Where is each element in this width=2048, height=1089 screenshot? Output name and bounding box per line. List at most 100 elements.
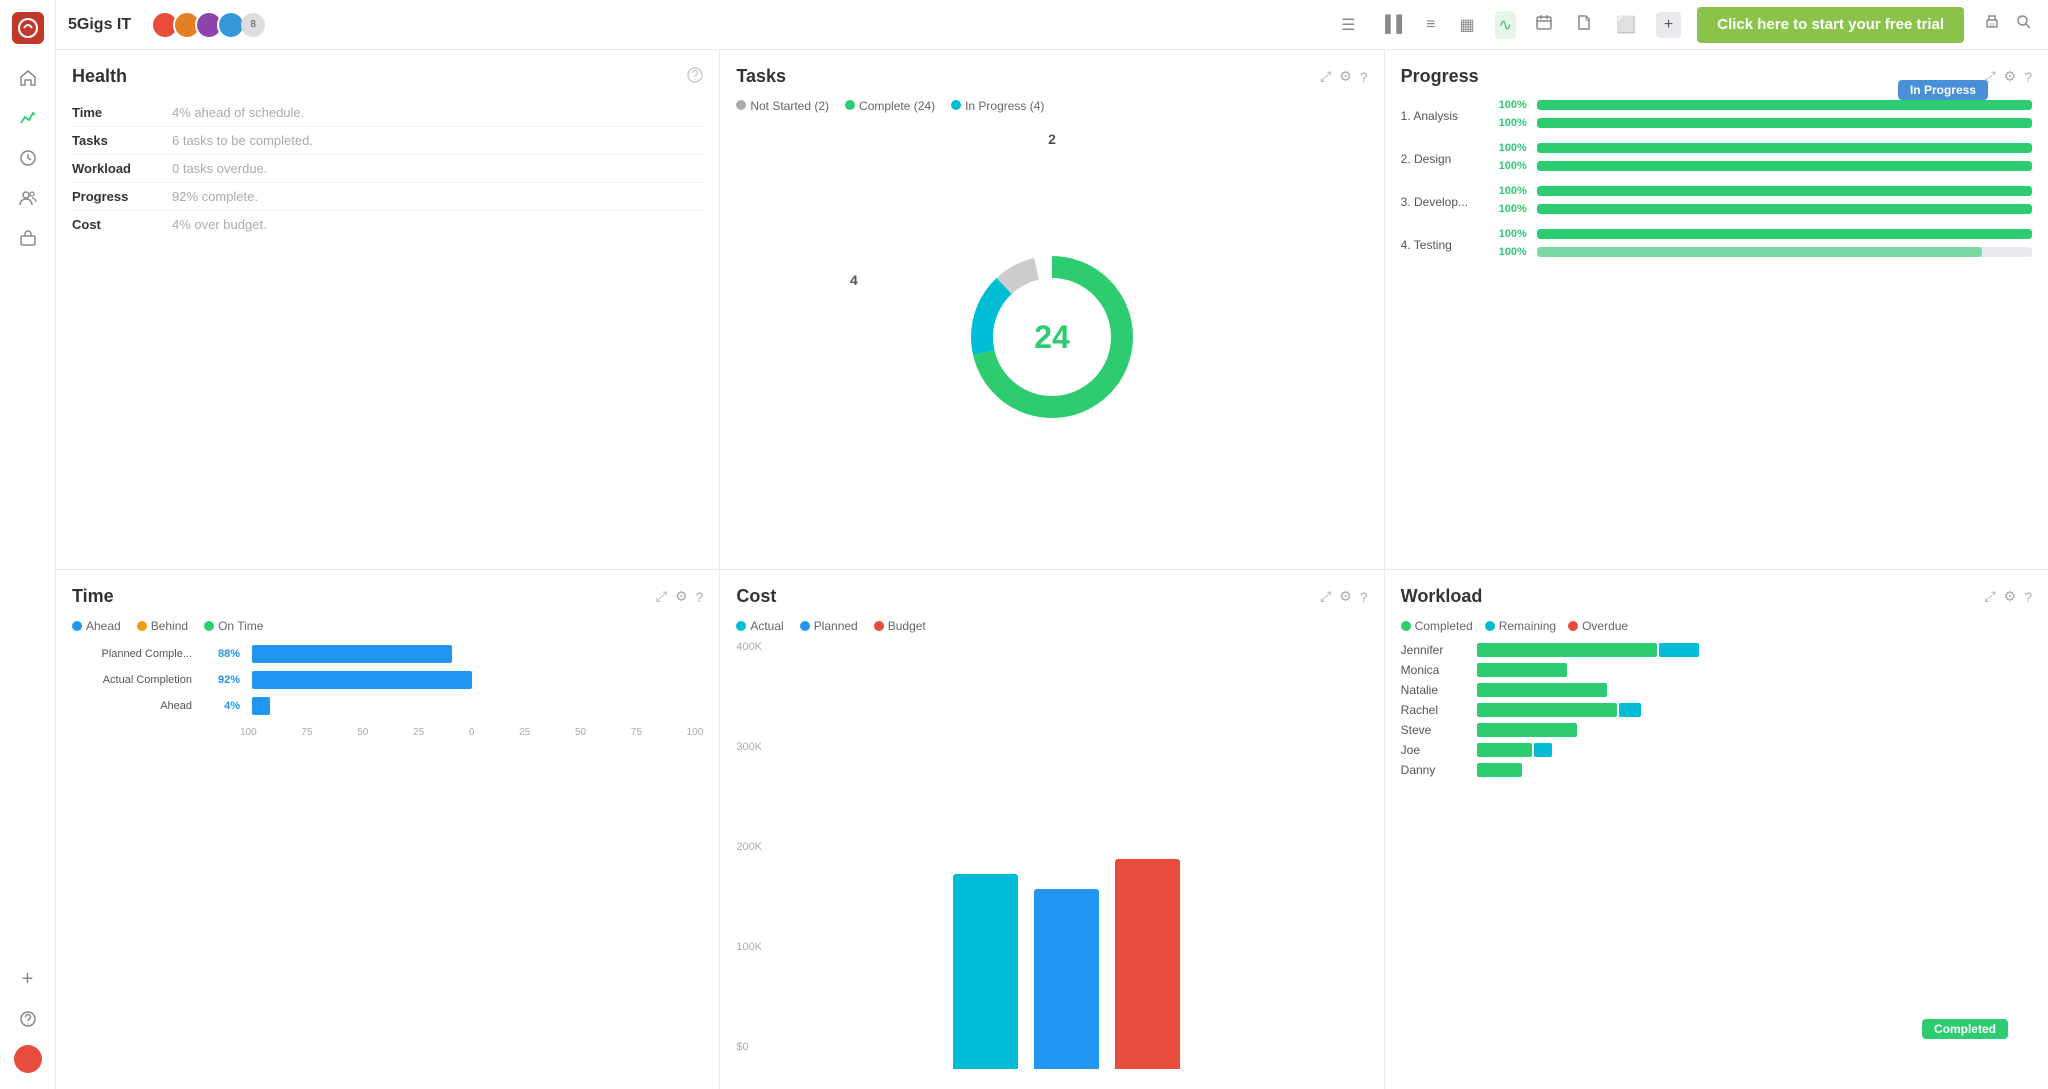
tasks-actions: ⤢ ⚙ ? [1320, 68, 1368, 85]
cost-legend-planned: Planned [800, 619, 858, 633]
workload-actions: ⤢ ⚙ ? [1984, 588, 2032, 605]
cost-legend-actual: Actual [736, 619, 783, 633]
print-icon[interactable] [1980, 10, 2004, 39]
list-icon[interactable]: ≡ [1422, 12, 1439, 38]
cta-banner[interactable]: Click here to start your free trial [1697, 7, 1964, 43]
health-label-cost: Cost [72, 217, 172, 232]
time-chart: Planned Comple... 88% Actual Completion … [72, 645, 703, 715]
health-help-icon[interactable] [687, 67, 703, 86]
grid-icon[interactable]: ▦ [1455, 11, 1478, 39]
progress-bar-row: 100% [1499, 246, 2032, 258]
cost-bar-budget [1115, 859, 1180, 1069]
doc-icon[interactable] [1572, 10, 1596, 39]
progress-settings-icon[interactable]: ⚙ [2004, 68, 2017, 85]
donut-chart: 24 [952, 237, 1152, 437]
progress-help-icon[interactable]: ? [2024, 69, 2032, 85]
cost-title: Cost [736, 586, 776, 607]
workload-bar-natalie [1477, 683, 2032, 697]
search-icon[interactable] [2012, 10, 2036, 39]
health-row-workload: Workload 0 tasks overdue. [72, 155, 703, 183]
sidebar-item-analytics[interactable] [10, 100, 46, 136]
progress-section-name-1: 1. Analysis [1401, 109, 1491, 123]
progress-section-name-4: 4. Testing [1401, 238, 1491, 252]
progress-bar-row: 100% [1499, 142, 2032, 154]
sidebar-item-help[interactable] [10, 1001, 46, 1037]
panel-icon[interactable]: ⬜ [1612, 11, 1640, 39]
cost-bar-actual [953, 874, 1018, 1069]
hamburger-icon[interactable]: ☰ [1337, 11, 1359, 39]
tasks-panel: Tasks ⤢ ⚙ ? Not Started (2) Complete (24… [720, 50, 1383, 569]
tasks-settings-icon[interactable]: ⚙ [1339, 68, 1352, 85]
sidebar-item-people[interactable] [10, 180, 46, 216]
cost-actions: ⤢ ⚙ ? [1320, 588, 1368, 605]
time-panel: Time ⤢ ⚙ ? Ahead Behind On Tim [56, 570, 719, 1089]
time-pct-ahead: 4% [200, 700, 240, 712]
cost-legend-budget: Budget [874, 619, 926, 633]
workload-settings-icon[interactable]: ⚙ [2004, 588, 2017, 605]
progress-analysis: 1. Analysis 100% 100% [1401, 99, 2032, 132]
time-label-ahead: Ahead [72, 700, 192, 712]
dashboard: Health Time 4% ahead of schedule. Tasks … [56, 50, 2048, 1089]
time-actions: ⤢ ⚙ ? [656, 588, 704, 605]
workload-name-natalie: Natalie [1401, 683, 1471, 697]
sidebar-item-home[interactable] [10, 60, 46, 96]
workload-bar-steve [1477, 723, 2032, 737]
workload-bar-joe [1477, 743, 2032, 757]
health-label-workload: Workload [72, 161, 172, 176]
time-pct-planned: 88% [200, 648, 240, 660]
tasks-donut-container: 2 4 24 [736, 121, 1367, 553]
health-row-progress: Progress 92% complete. [72, 183, 703, 211]
main-area: 5Gigs IT 8 ☰ ▐▐ ≡ ▦ ∿ ⬜ + Click here to … [56, 0, 2048, 1089]
cost-help-icon[interactable]: ? [1360, 589, 1368, 605]
workload-expand-icon[interactable]: ⤢ [1984, 588, 1995, 605]
donut-label-in-progress: 4 [850, 272, 858, 288]
workload-row-rachel: Rachel [1401, 703, 2032, 717]
workload-legend-remaining: Remaining [1485, 619, 1556, 633]
health-value-tasks: 6 tasks to be completed. [172, 133, 313, 148]
time-row-planned: Planned Comple... 88% [72, 645, 703, 663]
workload-legend-completed: Completed [1401, 619, 1473, 633]
progress-sections: 1. Analysis 100% 100% [1401, 99, 2032, 261]
time-legend: Ahead Behind On Time [72, 619, 703, 633]
time-title: Time [72, 586, 114, 607]
cost-bar-planned [1034, 889, 1099, 1069]
progress-bar-row: 100% [1499, 117, 2032, 129]
time-help-icon[interactable]: ? [696, 589, 704, 605]
topbar: 5Gigs IT 8 ☰ ▐▐ ≡ ▦ ∿ ⬜ + Click here to … [56, 0, 2048, 50]
calendar-icon[interactable] [1532, 10, 1556, 39]
sidebar-item-briefcase[interactable] [10, 220, 46, 256]
workload-name-steve: Steve [1401, 723, 1471, 737]
topbar-icons: ☰ ▐▐ ≡ ▦ ∿ ⬜ + [1337, 10, 1681, 39]
tasks-expand-icon[interactable]: ⤢ [1320, 68, 1331, 85]
avatar-count[interactable]: 8 [241, 13, 265, 37]
cost-panel: Cost ⤢ ⚙ ? Actual Planned Budg [720, 570, 1383, 1089]
health-row-time: Time 4% ahead of schedule. [72, 99, 703, 127]
tasks-title: Tasks [736, 66, 786, 87]
health-value-progress: 92% complete. [172, 189, 258, 204]
workload-row-jennifer: Jennifer [1401, 643, 2032, 657]
time-expand-icon[interactable]: ⤢ [656, 588, 667, 605]
progress-bar-row: 100% [1499, 228, 2032, 240]
cost-y-axis: 400K 300K 200K 100K $0 [736, 641, 762, 1073]
workload-help-icon[interactable]: ? [2024, 589, 2032, 605]
chart-icon[interactable]: ∿ [1495, 11, 1516, 39]
workload-panel: Workload ⤢ ⚙ ? Completed Remaining [1385, 570, 2048, 1089]
sidebar-item-add[interactable]: + [10, 961, 46, 997]
add-icon[interactable]: + [1656, 12, 1681, 38]
health-label-tasks: Tasks [72, 133, 172, 148]
legend-behind: Behind [137, 619, 188, 633]
health-header: Health [72, 66, 703, 87]
project-title: 5Gigs IT [68, 16, 131, 34]
sidebar-item-history[interactable] [10, 140, 46, 176]
workload-name-rachel: Rachel [1401, 703, 1471, 717]
cost-settings-icon[interactable]: ⚙ [1339, 588, 1352, 605]
app-logo[interactable] [12, 12, 44, 44]
sidebar-item-avatar[interactable] [10, 1041, 46, 1077]
tasks-help-icon[interactable]: ? [1360, 69, 1368, 85]
completed-badge: Completed [1922, 1019, 2008, 1039]
bars-icon[interactable]: ▐▐ [1375, 12, 1406, 38]
time-settings-icon[interactable]: ⚙ [675, 588, 688, 605]
tasks-header: Tasks ⤢ ⚙ ? [736, 66, 1367, 87]
cost-expand-icon[interactable]: ⤢ [1320, 588, 1331, 605]
legend-ahead: Ahead [72, 619, 121, 633]
